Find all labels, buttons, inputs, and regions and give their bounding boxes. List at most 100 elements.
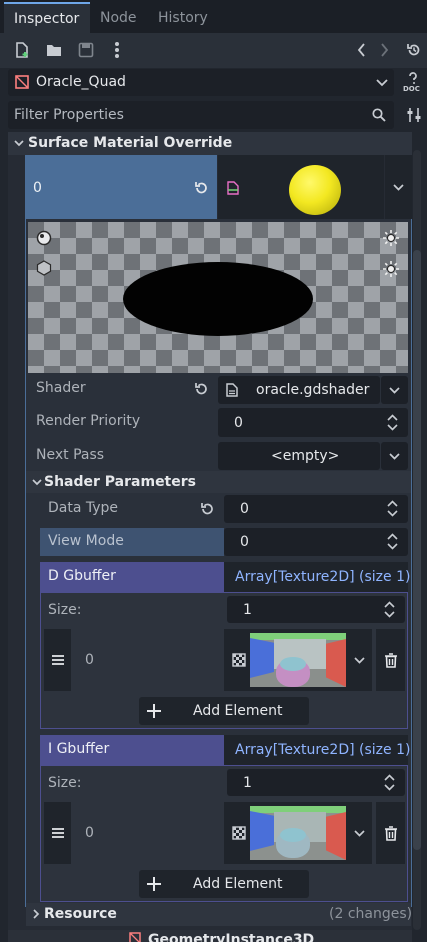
shader-resource-picker[interactable]: oracle.gdshader <box>218 376 380 404</box>
render-priority-spinbox[interactable]: 0 <box>218 408 408 437</box>
gbuffer-texture-thumbnail <box>250 633 346 687</box>
d-gbuffer-panel: Size: 1 0 Add Element <box>40 592 408 729</box>
data-type-spinbox[interactable]: 0 <box>224 495 408 523</box>
data-type-label: Data Type <box>48 500 119 516</box>
thumb-left-wall <box>250 811 274 851</box>
drag-handle-icon <box>52 655 64 665</box>
d-gbuffer-label: D Gbuffer <box>48 568 116 584</box>
scrollbar-thumb[interactable] <box>413 250 421 850</box>
filter-settings-icon[interactable] <box>406 107 422 123</box>
thumb-left-wall <box>250 638 274 678</box>
doc-label: DOC <box>403 85 420 93</box>
light-toggle-2-icon[interactable] <box>383 261 399 277</box>
geometry-instance-header[interactable]: GeometryInstance3D <box>8 930 412 942</box>
spinner-arrows-icon[interactable] <box>387 533 398 550</box>
i-gbuffer-array-button[interactable]: Array[Texture2D] (size 1) <box>224 735 410 765</box>
delete-element-button[interactable] <box>376 802 405 864</box>
d-gbuffer-texture-picker[interactable] <box>224 629 372 691</box>
section-title: Surface Material Override <box>28 135 233 151</box>
material-slot-row[interactable]: 0 <box>25 155 217 219</box>
spinner-arrows-icon[interactable] <box>384 774 395 791</box>
help-icon <box>406 72 420 84</box>
d-gbuffer-size-label: Size: <box>48 602 82 618</box>
chevron-down-icon[interactable] <box>354 830 365 837</box>
spinner-arrows-icon[interactable] <box>384 601 395 618</box>
gbuffer-texture-thumbnail <box>250 806 346 860</box>
i-gbuffer-header[interactable]: I Gbuffer <box>40 735 224 765</box>
scrollbar-track[interactable] <box>413 150 421 930</box>
d-gbuffer-array-button[interactable]: Array[Texture2D] (size 1) <box>224 562 410 592</box>
tab-inspector[interactable]: Inspector <box>4 2 90 33</box>
i-gbuffer-size-spinbox[interactable]: 1 <box>227 769 405 796</box>
d-gbuffer-size-spinbox[interactable]: 1 <box>227 596 405 623</box>
tab-history[interactable]: History <box>148 2 218 33</box>
resource-header[interactable]: Resource (2 changes) <box>26 903 413 926</box>
sphere-preview-icon[interactable] <box>36 230 52 246</box>
inspector-toolbar <box>0 33 427 68</box>
tab-history-label: History <box>158 10 208 26</box>
tab-node[interactable]: Node <box>90 2 146 33</box>
back-chevron-icon[interactable] <box>356 42 366 58</box>
more-vertical-icon[interactable] <box>114 41 120 59</box>
thumb-object-top <box>280 657 306 671</box>
shader-parameters-header[interactable]: Shader Parameters <box>26 471 411 493</box>
save-icon[interactable] <box>78 42 94 58</box>
shader-file-name: oracle.gdshader <box>256 382 370 398</box>
drag-handle[interactable] <box>44 802 71 864</box>
thumb-right-wall <box>326 812 346 860</box>
node-type-icon <box>15 75 29 89</box>
shader-dropdown-button[interactable] <box>381 376 408 404</box>
material-resource-picker[interactable] <box>218 155 384 219</box>
history-icon[interactable] <box>406 42 422 58</box>
new-resource-icon[interactable] <box>14 42 30 58</box>
surface-material-override-header[interactable]: Surface Material Override <box>8 132 412 155</box>
material-slot-index: 0 <box>33 180 42 196</box>
chevron-down-icon <box>14 140 24 147</box>
d-gbuffer-add-element-button[interactable]: Add Element <box>139 697 309 725</box>
box-preview-icon[interactable] <box>36 260 52 276</box>
filter-properties-input[interactable]: Filter Properties <box>8 101 394 129</box>
object-selector[interactable]: Oracle_Quad <box>8 69 394 96</box>
chevron-down-icon <box>376 79 388 87</box>
chevron-right-icon <box>33 909 40 919</box>
texture-icon <box>232 653 246 667</box>
spinner-arrows-icon[interactable] <box>387 500 398 517</box>
next-pass-picker[interactable]: <empty> <box>218 442 380 470</box>
texture-icon <box>232 826 246 840</box>
spinner-arrows-icon[interactable] <box>387 414 398 431</box>
object-name: Oracle_Quad <box>36 74 126 90</box>
i-gbuffer-add-element-button[interactable]: Add Element <box>139 870 309 898</box>
resource-changes: (2 changes) <box>329 906 413 922</box>
forward-chevron-icon[interactable] <box>380 42 390 58</box>
view-mode-value: 0 <box>240 534 249 550</box>
chevron-down-icon <box>389 387 400 394</box>
drag-handle-icon <box>52 828 64 838</box>
revert-icon[interactable] <box>194 382 208 396</box>
shader-parameters-title: Shader Parameters <box>44 474 196 490</box>
d-gbuffer-size-value: 1 <box>243 602 252 618</box>
material-preview-sphere <box>289 165 341 215</box>
drag-handle[interactable] <box>44 629 71 691</box>
next-pass-dropdown-button[interactable] <box>381 442 408 470</box>
next-pass-label: Next Pass <box>36 447 105 463</box>
shader-material-icon <box>226 181 240 195</box>
material-dropdown-button[interactable] <box>385 155 412 219</box>
view-mode-label: View Mode <box>48 533 124 549</box>
open-folder-icon[interactable] <box>46 43 62 57</box>
revert-icon[interactable] <box>194 181 208 195</box>
preview-shape <box>123 262 313 336</box>
delete-element-button[interactable] <box>376 629 405 691</box>
chevron-down-icon[interactable] <box>354 657 365 664</box>
tab-inspector-label: Inspector <box>14 11 80 27</box>
d-gbuffer-header[interactable]: D Gbuffer <box>40 562 224 592</box>
i-gbuffer-add-element-label: Add Element <box>193 876 283 892</box>
i-gbuffer-texture-picker[interactable] <box>224 802 372 864</box>
view-mode-spinbox[interactable]: 0 <box>224 528 408 556</box>
revert-icon[interactable] <box>200 502 214 516</box>
d-gbuffer-element-index: 0 <box>85 652 94 668</box>
d-gbuffer-add-element-label: Add Element <box>193 703 283 719</box>
light-toggle-1-icon[interactable] <box>383 230 399 246</box>
shader-label: Shader <box>36 380 86 396</box>
doc-help-button[interactable]: DOC <box>402 72 424 94</box>
tab-bar: Inspector Node History <box>0 0 427 33</box>
